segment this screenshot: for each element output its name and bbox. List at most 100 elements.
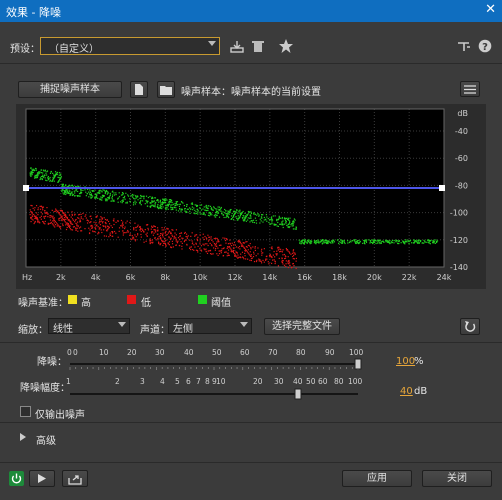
low-point [137,233,139,235]
threshold-point [404,240,407,243]
threshold-point [53,180,55,182]
threshold-point [107,191,109,193]
low-point [157,233,159,235]
graph-menu-button[interactable] [460,81,480,97]
threshold-point [292,228,295,230]
low-point [266,258,268,260]
threshold-point [49,180,51,182]
output-noise-only-label[interactable]: 仅输出噪声 [35,406,85,421]
threshold-point [122,200,124,202]
low-point [281,260,283,262]
low-point [107,220,110,223]
help-icon[interactable]: ? [478,39,492,53]
low-point [227,249,230,251]
reduce-by-slider[interactable] [66,388,366,400]
threshold-point [271,221,273,223]
low-point [164,232,166,234]
low-point [102,221,104,223]
low-point [240,253,242,255]
preset-select[interactable]: （自定义） [40,37,220,55]
threshold-point [82,189,84,192]
threshold-point [342,239,344,242]
low-point [31,205,33,207]
low-point [108,236,110,238]
noise-profile-graph[interactable]: dB -40 -60 -80 -100 -120 -140 Hz 2k 4k 6k 8k 10k 12k… [16,104,486,289]
low-point [249,259,251,261]
reset-button[interactable] [460,318,480,335]
low-point [69,227,71,230]
preview-play-button[interactable] [29,470,55,487]
low-point [180,241,182,243]
low-point [35,204,38,207]
low-point [287,261,289,263]
scale-select[interactable]: 线性 [48,318,130,335]
low-point [190,246,193,248]
expand-arrow-icon[interactable] [20,433,27,441]
threshold-point [247,217,249,219]
threshold-point [74,192,76,194]
low-point [237,254,239,256]
low-point [155,231,157,233]
threshold-point [58,176,60,179]
low-point [176,242,179,244]
threshold-point [176,204,178,206]
low-point [52,224,54,226]
low-point [120,219,123,222]
threshold-point [245,220,247,222]
low-point [42,221,45,223]
export-button[interactable] [62,470,88,487]
threshold-point [293,218,296,220]
tick-label: 60 [240,348,250,357]
curve-handle-right[interactable] [439,185,445,191]
threshold-point [197,211,199,213]
threshold-point [262,214,264,216]
threshold-point [46,174,48,176]
advanced-label[interactable]: 高级 [36,432,56,447]
noise-reduction-value[interactable]: 100 [396,356,415,367]
threshold-point [61,190,63,192]
noise-floor-label: 噪声基准： [18,298,68,309]
noise-reduction-thumb[interactable] [354,358,362,370]
save-sample-button[interactable] [130,81,148,98]
low-point [241,256,244,258]
reduce-by-thumb[interactable] [294,388,302,400]
output-noise-only-checkbox[interactable] [20,406,31,417]
tick-label: 50 [306,377,316,386]
power-toggle[interactable] [9,471,24,486]
apply-button[interactable]: 应用 [342,470,412,487]
threshold-point [181,209,183,211]
reduce-by-value[interactable]: 40 [400,386,413,397]
threshold-point [111,198,113,200]
threshold-point [170,207,172,209]
low-point [108,226,110,229]
threshold-point [121,194,124,196]
low-point [69,221,71,223]
open-sample-button[interactable] [157,81,175,98]
trash-icon[interactable] [252,40,264,53]
noise-reduction-slider[interactable] [66,358,366,370]
low-point [78,227,81,229]
select-entire-file-button[interactable]: 选择完整文件 [264,318,340,335]
legend-threshold-swatch [198,295,207,304]
low-point [175,240,177,242]
low-point [68,220,70,222]
curve-handle-left[interactable] [23,185,29,191]
close-icon[interactable]: ✕ [485,2,496,17]
tick-label: 6 [186,377,191,386]
low-point [215,247,217,250]
low-point [88,227,90,229]
low-point [66,226,68,229]
star-icon[interactable] [279,39,293,53]
tick-label: 100 [348,377,363,386]
close-button[interactable]: 关闭 [422,470,492,487]
low-point [295,267,297,270]
threshold-point [291,225,293,227]
threshold-point [395,240,397,242]
save-preset-icon[interactable] [230,40,244,53]
capture-noise-button[interactable]: 捕捉噪声样本 [18,81,122,98]
threshold-point [332,241,334,243]
routing-icon[interactable] [458,41,470,52]
channel-select[interactable]: 左侧 [168,318,252,335]
threshold-point [195,210,197,213]
low-point [221,248,223,250]
